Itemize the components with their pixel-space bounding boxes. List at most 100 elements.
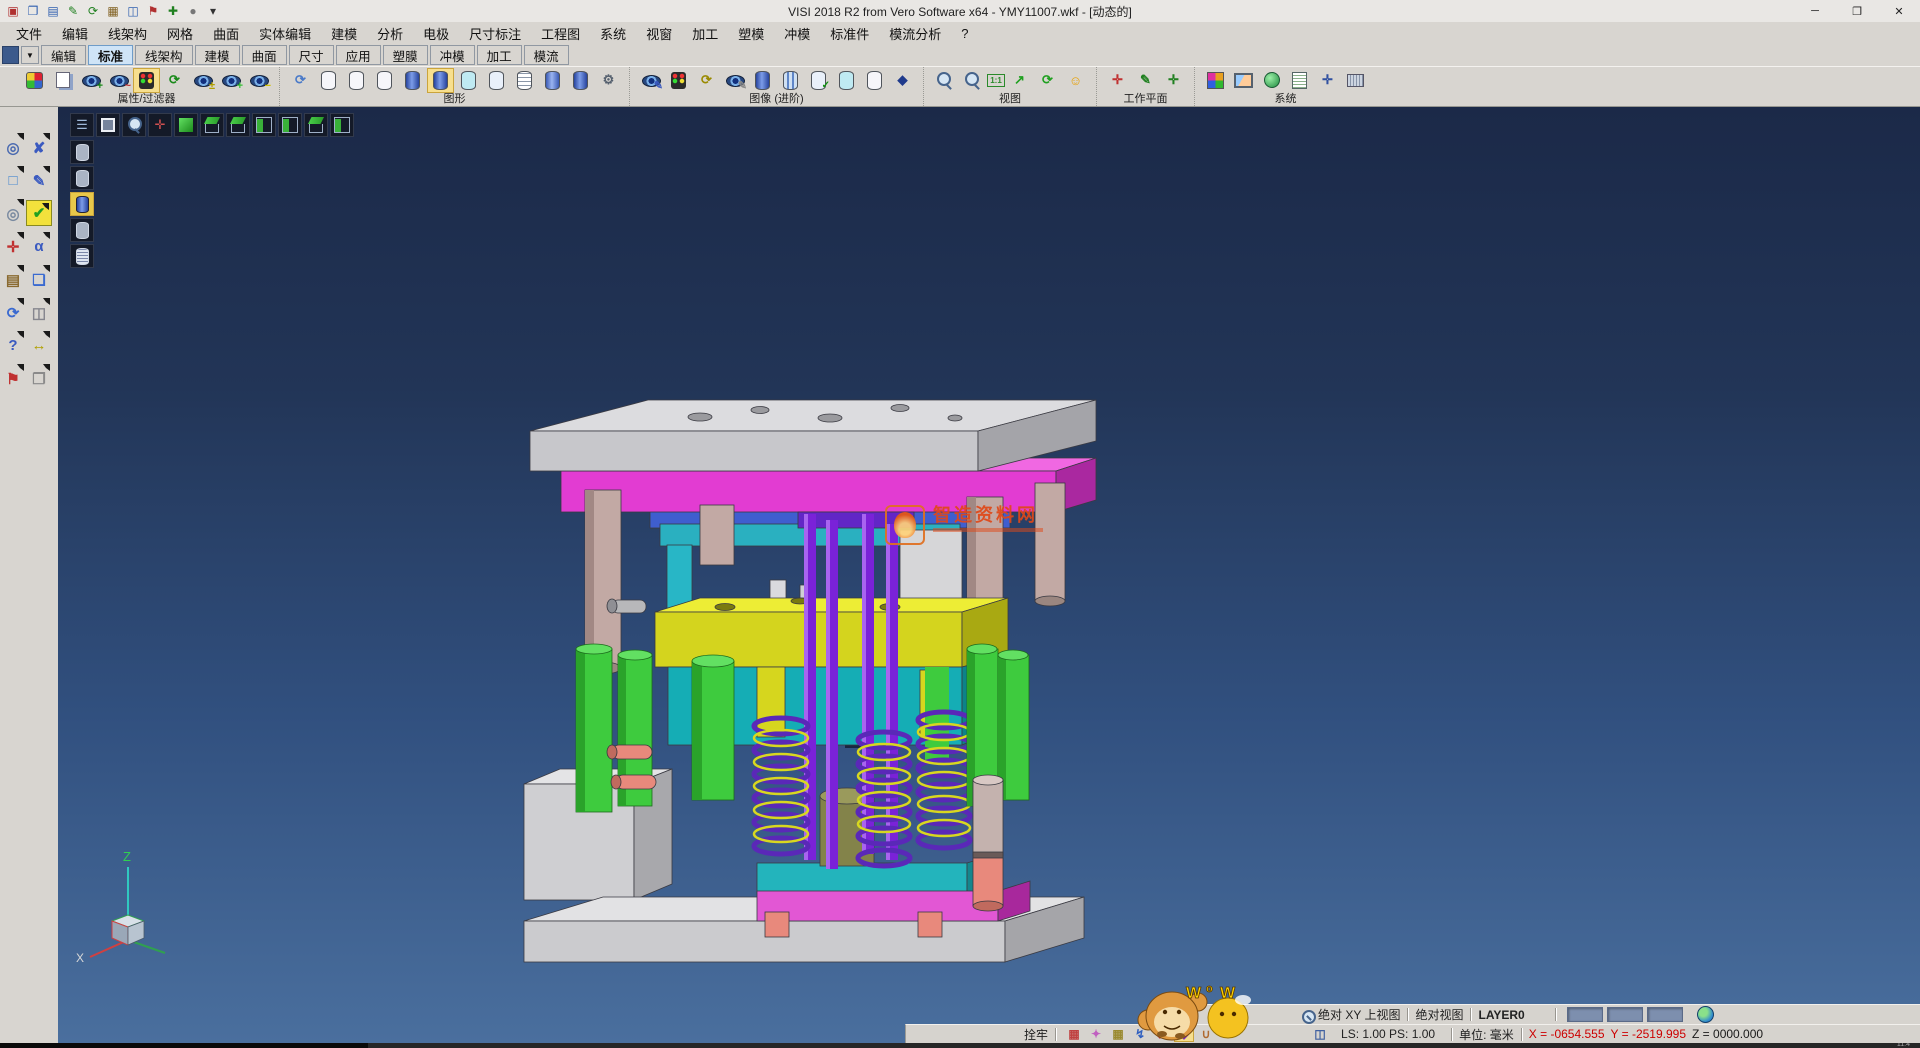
view-remove-icon[interactable]: ~ — [105, 68, 132, 93]
status-box-2[interactable] — [1607, 1007, 1643, 1022]
image-annotate-icon[interactable]: ✎ — [721, 68, 748, 93]
ucs-axis-icon[interactable]: ✛ — [0, 230, 26, 263]
grid-window-icon[interactable]: ❏ — [26, 263, 52, 296]
status-box-1[interactable] — [1567, 1007, 1603, 1022]
solid-view-icon[interactable] — [749, 68, 776, 93]
menu-file[interactable]: 文件 — [6, 22, 52, 45]
tab-flow[interactable]: 模流 — [524, 45, 569, 65]
gem-display-icon[interactable]: ◆ — [889, 68, 916, 93]
flag-icon[interactable]: ⚑ — [144, 2, 162, 20]
status-view-mode[interactable]: 绝对视图 — [1415, 1006, 1463, 1023]
view-menu-icon[interactable]: ☰ — [70, 113, 94, 137]
minimize-button[interactable]: ─ — [1794, 0, 1836, 22]
tab-mould[interactable]: 塑膜 — [383, 45, 428, 65]
ghost-view-icon[interactable] — [861, 68, 888, 93]
transparent-mode-icon[interactable] — [455, 68, 482, 93]
open-file-icon[interactable]: ❐ — [24, 2, 42, 20]
view-zoom-icon[interactable] — [122, 113, 146, 137]
display-settings-icon[interactable] — [1230, 68, 1257, 93]
status-zoom-icon[interactable] — [1297, 1007, 1317, 1023]
menu-system[interactable]: 系统 — [590, 22, 636, 45]
status-layer[interactable]: LAYER0 — [1478, 1008, 1524, 1022]
maximize-button[interactable]: ❐ — [1836, 0, 1878, 22]
copy-page-icon[interactable]: ❐ — [26, 362, 52, 395]
tab-edit[interactable]: 编辑 — [41, 45, 86, 65]
zoom-window-icon[interactable] — [959, 68, 986, 93]
tab-dropdown-button[interactable]: ▼ — [21, 46, 39, 64]
mixed-mode-icon[interactable] — [511, 68, 538, 93]
flag-icon[interactable]: ⚑ — [0, 362, 26, 395]
flat-mode-icon[interactable] — [483, 68, 510, 93]
menu-flow-analysis[interactable]: 模流分析 — [879, 22, 951, 45]
display-wireframe-icon[interactable] — [70, 140, 94, 164]
back-view-icon[interactable] — [278, 113, 302, 137]
undo-icon[interactable]: ⟳ — [84, 2, 102, 20]
dashed-hidden-mode-icon[interactable] — [371, 68, 398, 93]
color-palette-icon[interactable] — [1202, 68, 1229, 93]
globe-icon[interactable] — [1697, 1006, 1714, 1023]
bottom-view-icon[interactable] — [226, 113, 250, 137]
tab-presstool[interactable]: 冲模 — [430, 45, 475, 65]
refresh-filter-icon[interactable]: ⟳ — [161, 68, 188, 93]
edit-image-icon[interactable]: ✎ — [637, 68, 664, 93]
view-frame-icon[interactable] — [96, 113, 120, 137]
tab-machining[interactable]: 加工 — [477, 45, 522, 65]
zoom-extent-icon[interactable]: ◎ — [0, 197, 26, 230]
selection-filter-icon[interactable] — [133, 68, 160, 93]
zoom-search-icon[interactable]: ◎ — [0, 131, 26, 164]
menu-solid-edit[interactable]: 实体编辑 — [249, 22, 321, 45]
display-flat-icon[interactable] — [70, 218, 94, 242]
sketch-icon[interactable]: ✎ — [26, 164, 52, 197]
keyboard-grid-icon[interactable] — [1342, 68, 1369, 93]
tab-dimension[interactable]: 尺寸 — [289, 45, 334, 65]
wcs-cube-icon[interactable]: ◫ — [1310, 1026, 1330, 1042]
tab-surface[interactable]: 曲面 — [242, 45, 287, 65]
left-view-icon[interactable] — [304, 113, 328, 137]
display-hidden-icon[interactable] — [70, 166, 94, 190]
menu-dimension[interactable]: 尺寸标注 — [459, 22, 531, 45]
erase-icon[interactable]: ✘ — [26, 131, 52, 164]
view-axes-icon[interactable]: ✛ — [148, 113, 172, 137]
menu-window[interactable]: 视窗 — [636, 22, 682, 45]
edit-attributes-icon[interactable] — [21, 68, 48, 93]
show-entities-icon[interactable]: + — [217, 68, 244, 93]
menu-machining[interactable]: 加工 — [682, 22, 728, 45]
workplane-align-icon[interactable]: ✛ — [1160, 68, 1187, 93]
shade-copy-icon[interactable] — [567, 68, 594, 93]
menu-electrode[interactable]: 电极 — [413, 22, 459, 45]
quickbar-dropdown-icon[interactable]: ▾ — [204, 2, 222, 20]
display-mixed-icon[interactable] — [70, 244, 94, 268]
tab-wireframe[interactable]: 线架构 — [135, 45, 193, 65]
tab-standard[interactable]: 标准 — [88, 45, 133, 65]
shaded-mode-icon[interactable] — [399, 68, 426, 93]
wireframe-mode-icon[interactable] — [315, 68, 342, 93]
help-icon[interactable]: ? — [0, 329, 26, 362]
measure-icon[interactable]: ↔ — [26, 329, 52, 362]
menu-presstool[interactable]: 冲模 — [774, 22, 820, 45]
add-icon[interactable]: ✚ — [164, 2, 182, 20]
refresh-icon[interactable]: ⟳ — [0, 296, 26, 329]
new-document-icon[interactable]: ▣ — [4, 2, 22, 20]
hide-entities-icon[interactable]: − — [245, 68, 272, 93]
image-refresh-icon[interactable]: ⟳ — [693, 68, 720, 93]
selection-box-icon[interactable]: □ — [0, 164, 26, 197]
layers-books-icon[interactable]: ▤ — [0, 263, 26, 296]
record-icon[interactable]: ● — [184, 2, 202, 20]
list-settings-icon[interactable] — [1286, 68, 1313, 93]
edit-icon[interactable]: ✎ — [64, 2, 82, 20]
menu-drafting[interactable]: 工程图 — [531, 22, 590, 45]
display-shaded-icon[interactable] — [70, 192, 94, 216]
snap-grid-icon[interactable]: ▦ — [1064, 1026, 1084, 1042]
window-icon[interactable]: ◫ — [124, 2, 142, 20]
menu-standard-parts[interactable]: 标准件 — [820, 22, 879, 45]
front-view-icon[interactable] — [252, 113, 276, 137]
copy-attributes-icon[interactable] — [49, 68, 76, 93]
viewport-3d[interactable]: ☰✛ 智造资料网 Z X — [58, 107, 1920, 1043]
system-tools-icon[interactable] — [1258, 68, 1285, 93]
shade-selected-icon[interactable] — [539, 68, 566, 93]
render-settings-icon[interactable]: ⚙ — [595, 68, 622, 93]
solid-cube-icon[interactable]: ◫ — [26, 296, 52, 329]
right-view-icon[interactable] — [330, 113, 354, 137]
top-view-icon[interactable] — [200, 113, 224, 137]
hidden-line-mode-icon[interactable] — [343, 68, 370, 93]
